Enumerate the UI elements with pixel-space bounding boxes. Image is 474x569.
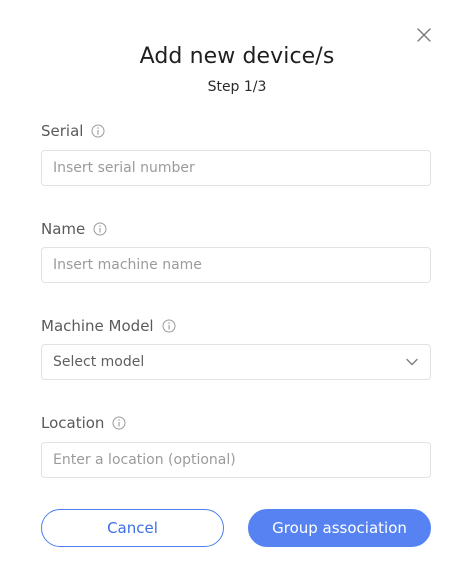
step-indicator: Step 1/3 (207, 79, 267, 95)
info-icon[interactable] (112, 416, 126, 430)
location-field-label: Location (41, 414, 126, 432)
name-input[interactable] (41, 247, 431, 283)
info-icon[interactable] (91, 124, 105, 138)
add-device-dialog: Add new device/s Step 1/3 Serial Name Ma… (0, 0, 474, 569)
serial-label-text: Serial (41, 122, 84, 140)
close-button[interactable] (414, 25, 434, 45)
info-icon[interactable] (162, 319, 176, 333)
close-icon (417, 28, 431, 42)
location-label-text: Location (41, 414, 105, 432)
serial-field-label: Serial (41, 122, 105, 140)
info-icon[interactable] (93, 222, 107, 236)
name-field-label: Name (41, 220, 107, 238)
dialog-title: Add new device/s (139, 44, 335, 69)
chevron-down-icon (405, 355, 419, 369)
serial-input[interactable] (41, 150, 431, 186)
model-select[interactable]: Select model (41, 344, 431, 380)
location-input[interactable] (41, 442, 431, 478)
name-label-text: Name (41, 220, 86, 238)
group-association-button[interactable]: Group association (248, 509, 431, 547)
model-field-label: Machine Model (41, 317, 176, 335)
model-label-text: Machine Model (41, 317, 154, 335)
model-select-value: Select model (53, 354, 145, 370)
cancel-button[interactable]: Cancel (41, 509, 224, 547)
